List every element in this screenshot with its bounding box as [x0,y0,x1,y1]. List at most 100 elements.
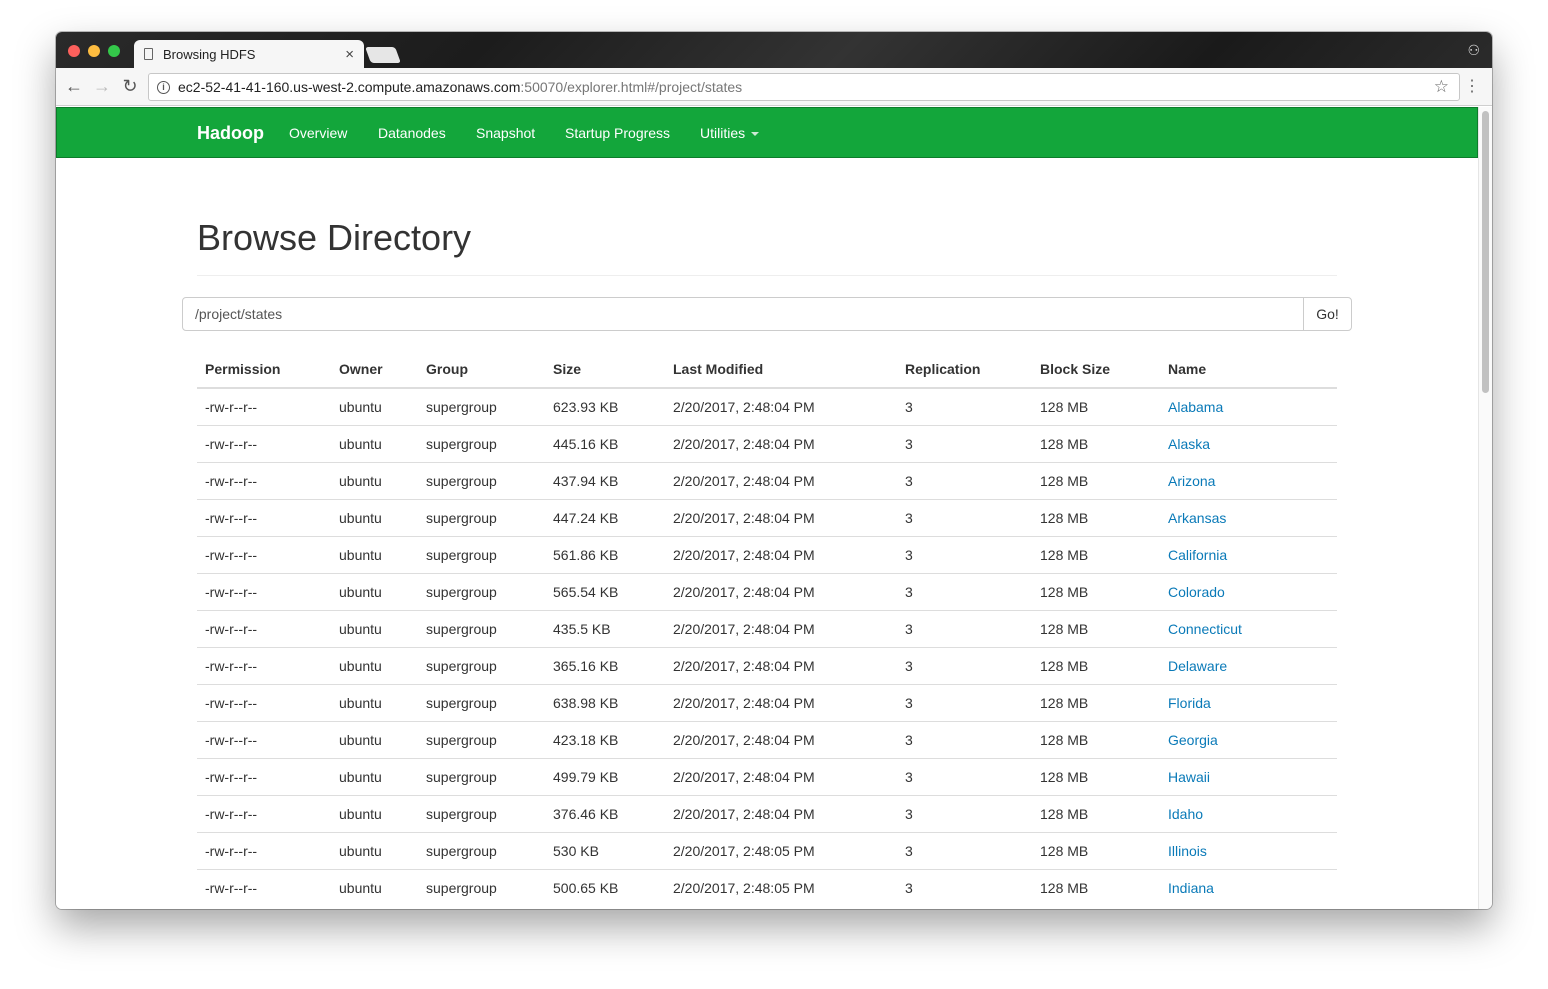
file-name-link[interactable]: Colorado [1168,584,1225,600]
nav-overview[interactable]: Overview [289,125,347,141]
cell-name: Alabama [1160,388,1337,425]
cell-last-modified: 2/20/2017, 2:48:04 PM [665,720,897,758]
cell-last-modified: 2/20/2017, 2:48:04 PM [665,572,897,610]
cell-replication: 3 [905,398,913,415]
table-row: -rw-r--r-- ubuntu supergroup 561.86 KB 2/20/… [197,535,1337,573]
column-header-group[interactable]: Group [418,351,545,389]
cell-block-size: 128 MB [1032,424,1160,462]
cell-owner: ubuntu [331,868,418,906]
table-row: -rw-r--r-- ubuntu supergroup 435.5 KB 2/20/2… [197,609,1337,647]
cell-permission: -rw-r--r-- [197,424,331,462]
table-header-row: Permission Owner Group Size Last Modifie… [197,351,1337,389]
cell-size: 561.86 KB [545,535,665,573]
go-button[interactable]: Go! [1303,297,1352,331]
file-name-link[interactable]: California [1168,547,1227,563]
file-name-link[interactable]: Alaska [1168,436,1210,452]
cell-replication: 3 [897,757,1032,795]
file-name-link[interactable]: Georgia [1168,732,1218,748]
column-header-replication[interactable]: Replication [897,351,1032,389]
cell-permission: -rw-r--r-- [197,535,331,573]
cell-block-size: 128 MB [1032,831,1160,869]
info-icon[interactable]: i [157,80,170,94]
column-header-size[interactable]: Size [545,351,665,389]
table-row: -rw-r--r-- ubuntu supergroup 623.93 KB 2/20/… [197,388,1337,425]
cell-permission: -rw-r--r-- [197,757,331,795]
bookmark-star-icon[interactable]: ☆ [1434,77,1449,97]
cell-last-modified: 2/20/2017, 2:48:04 PM [665,424,897,462]
cell-name: California [1160,535,1337,573]
nav-datanodes[interactable]: Datanodes [378,125,446,141]
cell-owner: ubuntu [331,831,418,869]
browser-menu-icon[interactable]: ⋮ [1464,76,1480,96]
cell-last-modified: 2/20/2017, 2:48:04 PM [665,646,897,684]
cell-replication: 3 [897,572,1032,610]
cell-group: supergroup [418,646,545,684]
nav-utilities[interactable]: Utilities [700,125,760,141]
cell-last-modified: 2/20/2017, 2:48:05 PM [665,831,897,869]
zoom-window-button[interactable] [108,45,120,57]
cell-size: 445.16 KB [545,424,665,462]
hadoop-navbar: Hadoop Overview Datanodes Snapshot Start… [56,107,1478,158]
close-window-button[interactable] [68,45,80,57]
cell-size: 447.24 KB [545,498,665,536]
cell-owner: ubuntu [331,646,418,684]
minimize-window-button[interactable] [88,45,100,57]
cell-block-size: 128 MB [1032,498,1160,536]
cell-permission: -rw-r--r-- [197,609,331,647]
cell-name: Delaware [1160,646,1337,684]
cell-group: supergroup [418,757,545,795]
file-name-link[interactable]: Delaware [1168,658,1227,674]
cell-name: Arizona [1160,461,1337,499]
file-name-link[interactable]: Arizona [1168,473,1215,489]
table-row: -rw-r--r-- ubuntu supergroup 500.65 KB 2/20/… [197,868,1337,906]
cell-owner: ubuntu [331,794,418,832]
file-name-link[interactable]: Arkansas [1168,510,1226,526]
reload-icon[interactable]: ↻ [120,76,140,96]
cell-group: supergroup [418,868,545,906]
forward-arrow-icon[interactable]: → [92,76,112,96]
column-header-permission[interactable]: Permission [197,351,331,389]
file-name-link[interactable]: Idaho [1168,806,1203,822]
cell-block-size: 128 MB [1032,461,1160,499]
table-body: -rw-r--r-- ubuntu supergroup 623.93 KB 2/20/… [197,388,1337,906]
column-header-last-modified[interactable]: Last Modified [665,351,897,389]
file-name-link[interactable]: Connecticut [1168,621,1242,637]
cell-size: 623.93 KB [553,398,619,415]
cell-permission: -rw-r--r-- [197,831,331,869]
cell-permission: -rw-r--r-- [197,572,331,610]
column-header-block-size[interactable]: Block Size [1032,351,1160,389]
cell-owner: ubuntu [331,572,418,610]
nav-startup-progress[interactable]: Startup Progress [565,125,670,141]
nav-snapshot[interactable]: Snapshot [476,125,535,141]
back-arrow-icon[interactable]: ← [64,76,84,96]
column-header-owner[interactable]: Owner [331,351,418,389]
vertical-scrollbar[interactable] [1478,107,1492,909]
file-name-link[interactable]: Hawaii [1168,769,1210,785]
cell-owner: ubuntu [331,535,418,573]
cell-permission: -rw-r--r-- [197,794,331,832]
file-name-link[interactable]: Indiana [1168,880,1214,896]
file-name-link[interactable]: Illinois [1168,843,1207,859]
file-name-link[interactable]: Alabama [1168,399,1223,415]
cell-size: 365.16 KB [545,646,665,684]
cell-group: supergroup [418,683,545,721]
tab-close-icon[interactable]: × [345,46,354,63]
cell-replication: 3 [897,683,1032,721]
cell-size: 638.98 KB [545,683,665,721]
cell-owner: ubuntu [331,683,418,721]
scrollbar-thumb[interactable] [1482,111,1489,393]
cell-block-size: 128 MB [1032,646,1160,684]
cell-size: 423.18 KB [545,720,665,758]
url-field[interactable]: i ec2-52-41-41-160.us-west-2.compute.ama… [148,73,1460,101]
new-tab-button[interactable] [365,47,401,63]
directory-path-input[interactable] [182,297,1304,331]
browser-tab[interactable]: Browsing HDFS × [134,40,364,68]
file-name-link[interactable]: Florida [1168,695,1211,711]
column-header-name[interactable]: Name [1160,351,1337,389]
brand-logo[interactable]: Hadoop [197,123,264,144]
cell-last-modified: 2/20/2017, 2:48:04 PM [665,609,897,647]
cell-size: 530 KB [545,831,665,869]
cell-block-size: 128 MB [1032,720,1160,758]
cell-replication: 3 [897,868,1032,906]
page-viewport: Hadoop Overview Datanodes Snapshot Start… [56,107,1478,909]
